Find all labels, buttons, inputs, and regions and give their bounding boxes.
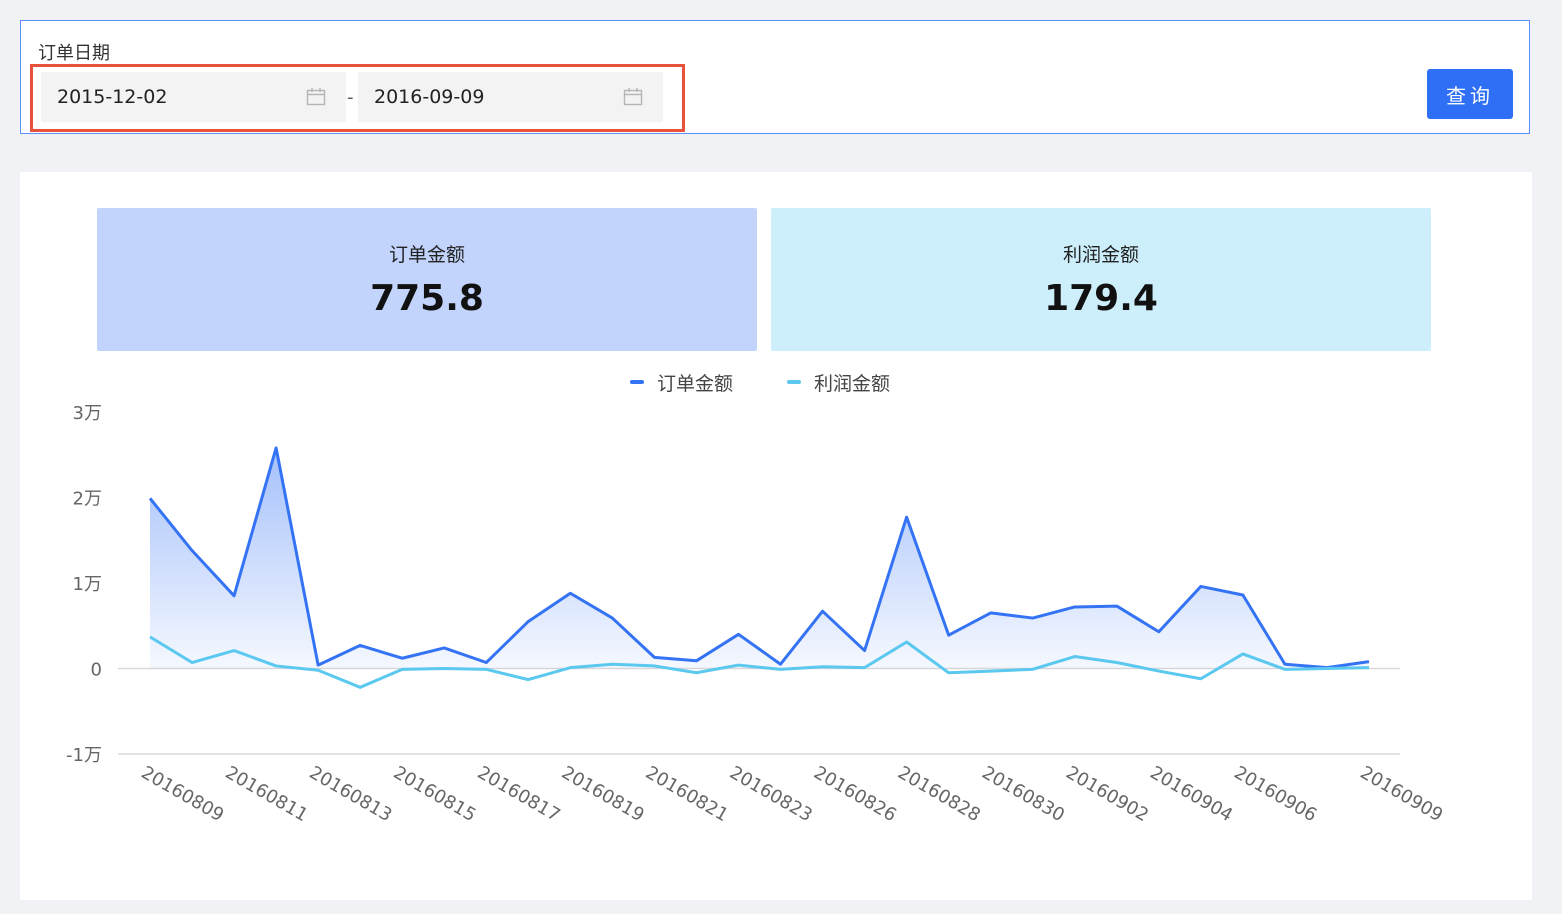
legend-label: 利润金额 — [814, 373, 890, 395]
dashboard-panel: 订单金额 775.8 利润金额 179.4 3万 2万 1万 0 -1万 20160809… — [20, 172, 1532, 900]
query-button[interactable]: 查询 — [1427, 69, 1513, 119]
x-tick-label: 20160906 — [1230, 762, 1320, 826]
legend-label: 订单金额 — [657, 373, 733, 395]
x-tick-label: 20160819 — [558, 762, 648, 826]
order-date-label: 订单日期 — [38, 43, 110, 64]
y-tick-label: -1万 — [66, 745, 102, 766]
x-tick-label: 20160823 — [726, 762, 816, 826]
x-tick-label: 20160809 — [138, 762, 228, 826]
end-date-value: 2016-09-09 — [374, 86, 485, 108]
x-tick-label: 20160826 — [810, 762, 900, 826]
y-tick-label: 3万 — [73, 403, 102, 424]
calendar-icon[interactable] — [306, 87, 326, 107]
legend-swatch — [630, 380, 644, 384]
y-tick-label: 1万 — [73, 574, 102, 595]
x-tick-label: 20160828 — [894, 762, 984, 826]
x-tick-label: 20160817 — [474, 762, 564, 826]
x-tick-label: 20160909 — [1357, 762, 1447, 826]
start-date-input[interactable]: 2015-12-02 — [41, 72, 346, 122]
range-separator: - — [347, 87, 354, 108]
y-tick-label: 2万 — [73, 489, 102, 510]
filter-panel: 订单日期 2015-12-02 - 2016-09-09 查询 — [20, 20, 1530, 134]
x-tick-label: 20160811 — [222, 762, 312, 826]
calendar-icon[interactable] — [623, 87, 643, 107]
legend-swatch — [787, 380, 801, 384]
x-tick-label: 20160830 — [978, 762, 1068, 826]
date-range-picker: 2015-12-02 - 2016-09-09 — [30, 64, 685, 132]
start-date-value: 2015-12-02 — [57, 86, 168, 108]
series-area-0 — [150, 447, 1369, 669]
x-tick-label: 20160902 — [1062, 762, 1152, 826]
end-date-input[interactable]: 2016-09-09 — [358, 72, 663, 122]
x-tick-label: 20160821 — [642, 762, 732, 826]
line-chart: 3万2万1万0-1万201608092016081120160813201608… — [66, 373, 1447, 826]
x-tick-label: 20160813 — [306, 762, 396, 826]
x-tick-label: 20160815 — [390, 762, 480, 826]
y-tick-label: 0 — [91, 660, 102, 681]
x-tick-label: 20160904 — [1146, 762, 1236, 826]
